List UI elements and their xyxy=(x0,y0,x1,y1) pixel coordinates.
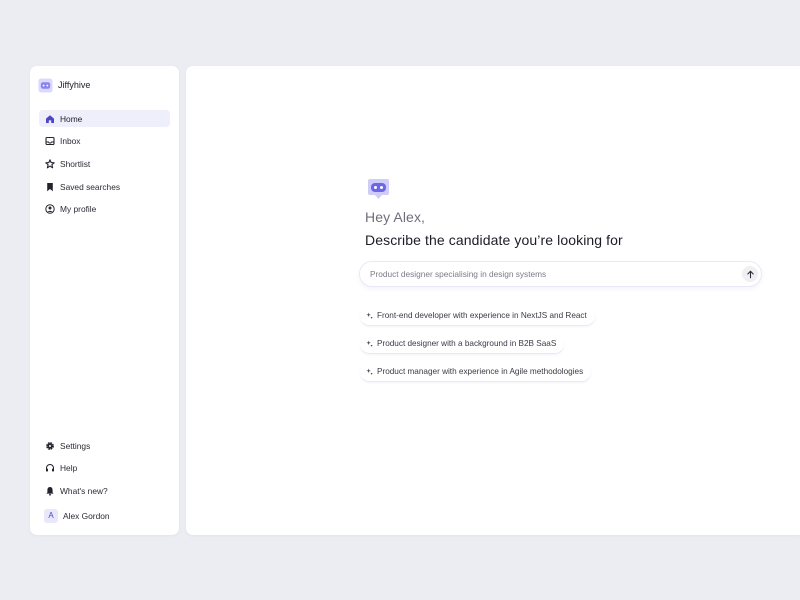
suggestion-text: Front-end developer with experience in N… xyxy=(377,311,587,320)
suggestion-chip[interactable]: Product manager with experience in Agile… xyxy=(360,362,592,382)
send-button[interactable] xyxy=(742,266,758,282)
sidebar-item-label: My profile xyxy=(60,204,97,215)
secondary-nav: Settings Help What's new? xyxy=(39,437,170,505)
sidebar-item-label: Saved searches xyxy=(60,181,121,192)
sparkle-icon xyxy=(366,312,373,319)
sidebar-item-settings[interactable]: Settings xyxy=(39,437,170,454)
headset-icon xyxy=(45,463,55,473)
sidebar-item-shortlist[interactable]: Shortlist xyxy=(39,155,170,172)
sidebar-item-label: What's new? xyxy=(60,486,108,497)
suggestion-list: Front-end developer with experience in N… xyxy=(360,306,595,390)
page-title: Describe the candidate you’re looking fo… xyxy=(365,232,623,248)
greeting-text: Hey Alex, xyxy=(365,209,426,225)
gear-icon xyxy=(45,441,55,451)
shortlist-icon xyxy=(45,159,55,169)
home-icon xyxy=(45,114,55,124)
suggestion-text: Product designer with a background in B2… xyxy=(377,339,557,349)
arrow-up-icon xyxy=(746,270,754,278)
sidebar-item-help[interactable]: Help xyxy=(39,460,170,477)
sidebar-item-saved-searches[interactable]: Saved searches xyxy=(39,178,170,195)
sidebar-item-home[interactable]: Home xyxy=(39,110,170,127)
sparkle-icon xyxy=(366,340,373,347)
sidebar-item-my-profile[interactable]: My profile xyxy=(39,201,170,218)
sidebar-item-label: Help xyxy=(60,463,78,474)
search-input[interactable] xyxy=(370,269,730,279)
assistant-bot-icon xyxy=(365,178,392,202)
search-bar xyxy=(359,261,762,287)
robot-logo-icon xyxy=(38,77,53,93)
sidebar-item-label: Settings xyxy=(60,440,91,451)
suggestion-text: Product manager with experience in Agile… xyxy=(377,367,584,377)
sidebar-item-label: Inbox xyxy=(60,136,81,147)
user-name: Alex Gordon xyxy=(63,510,110,521)
sidebar-item-inbox[interactable]: Inbox xyxy=(39,133,170,150)
sparkle-icon xyxy=(366,368,373,375)
user-circle-icon xyxy=(45,204,55,214)
bell-icon xyxy=(45,486,55,496)
brand[interactable]: Jiffyhive xyxy=(38,77,90,93)
inbox-icon xyxy=(45,136,55,146)
sidebar-item-whats-new[interactable]: What's new? xyxy=(39,483,170,500)
bookmark-icon xyxy=(45,182,55,192)
suggestion-chip[interactable]: Front-end developer with experience in N… xyxy=(360,306,595,326)
primary-nav: Home Inbox Shortlist Saved searches My p… xyxy=(39,110,170,223)
sidebar: Jiffyhive Home Inbox Shortlist Saved sea… xyxy=(30,66,179,535)
suggestion-chip[interactable]: Product designer with a background in B2… xyxy=(360,334,565,354)
user-profile-button[interactable]: A Alex Gordon xyxy=(44,508,110,523)
main-panel: Hey Alex, Describe the candidate you’re … xyxy=(186,66,800,535)
avatar: A xyxy=(44,508,58,523)
brand-name: Jiffyhive xyxy=(58,80,91,90)
sidebar-item-label: Home xyxy=(60,113,83,124)
sidebar-item-label: Shortlist xyxy=(60,158,91,169)
